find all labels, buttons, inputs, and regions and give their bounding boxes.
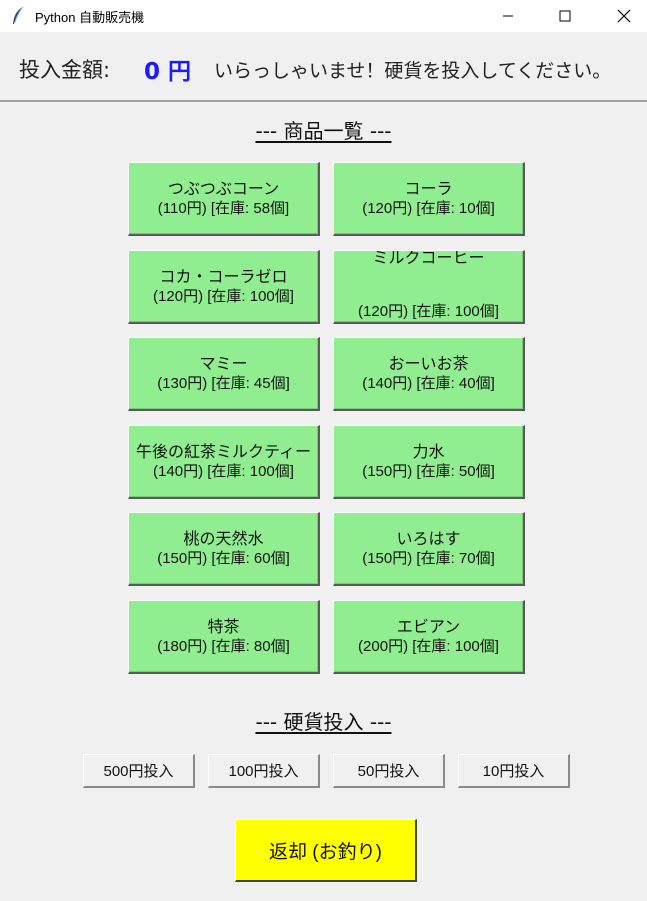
return-change-button[interactable]: 返却 (お釣り): [235, 819, 417, 882]
product-name: ミルクコーヒー: [372, 250, 485, 267]
product-button[interactable]: おーいお茶 (140円) [在庫: 40個]: [333, 337, 525, 411]
product-name: 桃の天然水: [183, 530, 264, 548]
product-name: 力水: [412, 443, 445, 461]
close-button[interactable]: [601, 0, 647, 32]
product-name: マミー: [199, 355, 248, 373]
product-button[interactable]: いろはす (150円) [在庫: 70個]: [333, 512, 525, 586]
product-button[interactable]: コカ・コーラゼロ (120円) [在庫: 100個]: [128, 250, 320, 324]
product-info: (120円) [在庫: 10個]: [362, 199, 495, 217]
minimize-button[interactable]: [485, 0, 531, 32]
product-name: コーラ: [404, 180, 453, 198]
product-name: 特茶: [207, 618, 240, 636]
inserted-amount-label: 投入金額:: [19, 58, 111, 82]
product-button[interactable]: エビアン (200円) [在庫: 100個]: [333, 600, 525, 674]
product-button[interactable]: コーラ (120円) [在庫: 10個]: [333, 162, 525, 236]
product-button[interactable]: マミー (130円) [在庫: 45個]: [128, 337, 320, 411]
window-title: Python 自動販売機: [35, 10, 145, 25]
header-bar: 投入金額: 0 円 いらっしゃいませ！硬貨を投入してください。: [0, 32, 647, 102]
maximize-icon: [559, 10, 571, 22]
product-info: (130円) [在庫: 45個]: [157, 374, 290, 392]
minimize-icon: [503, 15, 513, 17]
product-button[interactable]: ミルクコーヒー (120円) [在庫: 100個]: [333, 250, 525, 324]
inserted-amount-value: 0 円: [144, 59, 192, 85]
product-info: (150円) [在庫: 60個]: [157, 549, 290, 567]
product-button[interactable]: 特茶 (180円) [在庫: 80個]: [128, 600, 320, 674]
close-icon: [617, 9, 631, 23]
product-info: (200円) [在庫: 100個]: [358, 637, 499, 655]
product-name: おーいお茶: [388, 355, 469, 373]
insert-100-yen-button[interactable]: 100円投入: [208, 754, 320, 788]
window-titlebar: Python 自動販売機: [0, 0, 647, 32]
product-info: (120円) [在庫: 100個]: [153, 287, 294, 305]
insert-10-yen-button[interactable]: 10円投入: [458, 754, 570, 788]
product-name: エビアン: [396, 618, 461, 636]
product-name: つぶつぶコーン: [167, 180, 280, 198]
product-info: (150円) [在庫: 50個]: [362, 462, 495, 480]
product-name: コカ・コーラゼロ: [159, 268, 288, 286]
products-section-title: --- 商品一覧 ---: [255, 119, 392, 143]
product-button[interactable]: 桃の天然水 (150円) [在庫: 60個]: [128, 512, 320, 586]
product-info: (150円) [在庫: 70個]: [362, 549, 495, 567]
product-info: (110円) [在庫: 58個]: [157, 199, 290, 217]
product-info: (140円) [在庫: 40個]: [362, 374, 495, 392]
insert-500-yen-button[interactable]: 500円投入: [83, 754, 195, 788]
product-name: いろはす: [396, 530, 461, 548]
feather-icon: [10, 6, 26, 26]
maximize-button[interactable]: [542, 0, 588, 32]
insert-50-yen-button[interactable]: 50円投入: [333, 754, 445, 788]
product-info: (180円) [在庫: 80個]: [157, 637, 290, 655]
product-button[interactable]: 午後の紅茶ミルクティー (140円) [在庫: 100個]: [128, 425, 320, 499]
product-info: (140円) [在庫: 100個]: [153, 462, 294, 480]
coins-section-title: --- 硬貨投入 ---: [255, 710, 392, 734]
product-button[interactable]: 力水 (150円) [在庫: 50個]: [333, 425, 525, 499]
product-name: 午後の紅茶ミルクティー: [135, 443, 312, 461]
status-message: いらっしゃいませ！硬貨を投入してください。: [214, 60, 612, 82]
product-button[interactable]: つぶつぶコーン (110円) [在庫: 58個]: [128, 162, 320, 236]
product-info: (120円) [在庫: 100個]: [358, 303, 499, 320]
